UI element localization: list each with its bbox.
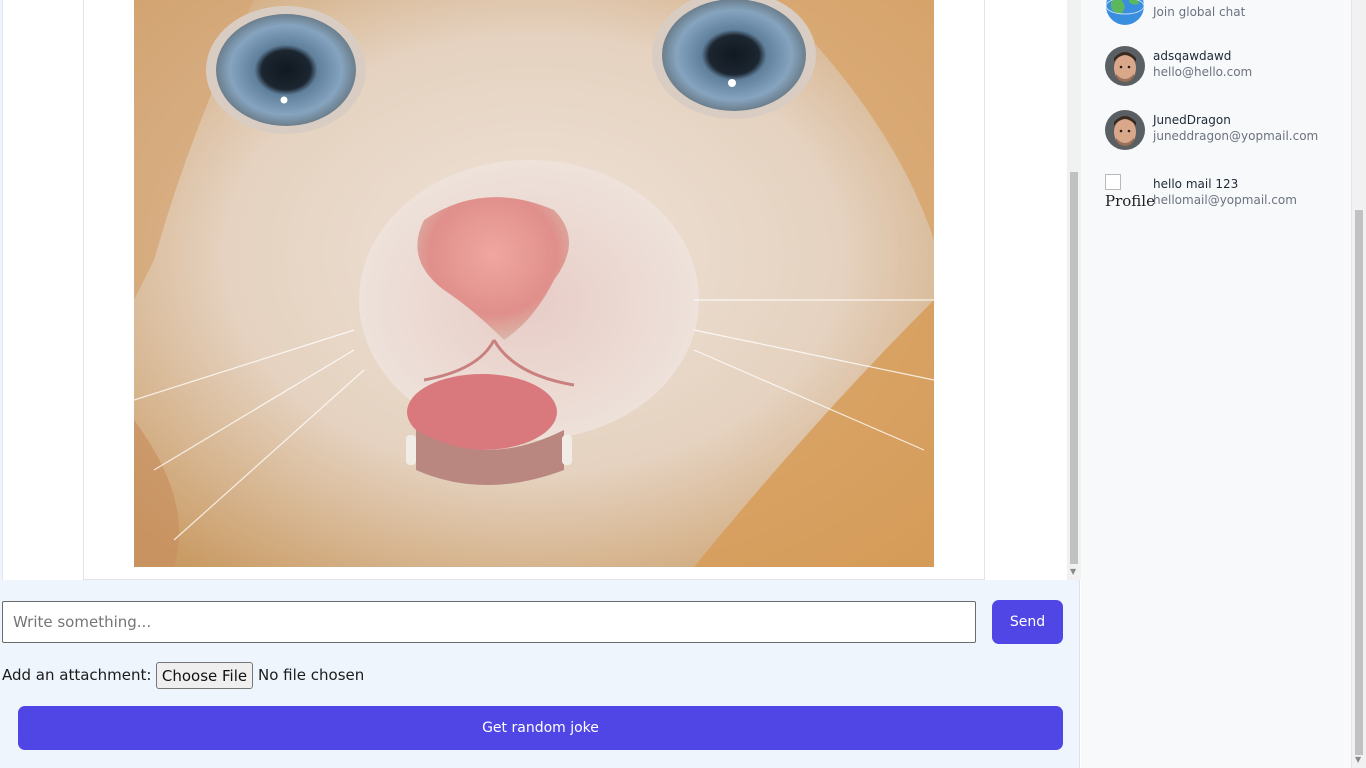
contact-name: JunedDragon: [1153, 113, 1231, 127]
avatar: [1105, 110, 1145, 150]
scroll-down-arrow-icon[interactable]: ▼: [1070, 567, 1076, 577]
contact-hello-mail-123[interactable]: Profile hello mail 123 hellomail@yopmail…: [1105, 174, 1345, 224]
contact-name: hello mail 123: [1153, 177, 1239, 191]
random-joke-button[interactable]: Get random joke: [18, 706, 1063, 750]
choose-file-button[interactable]: Choose File: [156, 662, 253, 689]
cat-photo-illustration: [134, 0, 934, 567]
file-status-text: No file chosen: [258, 666, 365, 684]
avatar: [1105, 46, 1145, 86]
avatar-alt-text: Profile: [1105, 192, 1155, 210]
contact-global-chat[interactable]: Join global chat: [1105, 0, 1345, 36]
scroll-down-arrow-icon[interactable]: ▼: [1355, 755, 1361, 765]
broken-image-icon: Profile: [1105, 174, 1155, 214]
contact-email: hello@hello.com: [1153, 65, 1253, 79]
attachment-label: Add an attachment:: [2, 666, 152, 684]
chat-pane: ▼ Send Add an attachment: Choose File No…: [0, 0, 1081, 768]
message-bubble: [83, 0, 985, 580]
messages-area[interactable]: ▼: [2, 0, 1081, 580]
globe-icon: [1105, 0, 1145, 26]
send-button[interactable]: Send: [992, 600, 1063, 644]
contact-subtitle: Join global chat: [1153, 5, 1246, 19]
broken-image-placeholder: [1105, 174, 1121, 190]
contact-email: juneddragon@yopmail.com: [1153, 129, 1319, 143]
attached-cat-image[interactable]: [134, 0, 934, 567]
contact-adsqawdawd[interactable]: adsqawdawd hello@hello.com: [1105, 46, 1345, 96]
contact-juneddragon[interactable]: JunedDragon juneddragon@yopmail.com: [1105, 110, 1345, 160]
contact-name: adsqawdawd: [1153, 49, 1232, 63]
contacts-sidebar: Join global chat adsqawdawd hello@hello.…: [1081, 0, 1351, 768]
page-scroll-thumb[interactable]: [1355, 210, 1363, 755]
messages-scroll-thumb[interactable]: [1070, 172, 1078, 564]
messages-scrollbar[interactable]: ▼: [1067, 0, 1081, 580]
page-scrollbar[interactable]: ▼: [1351, 0, 1366, 768]
message-input[interactable]: [2, 601, 976, 643]
contact-email: hellomail@yopmail.com: [1153, 193, 1297, 207]
